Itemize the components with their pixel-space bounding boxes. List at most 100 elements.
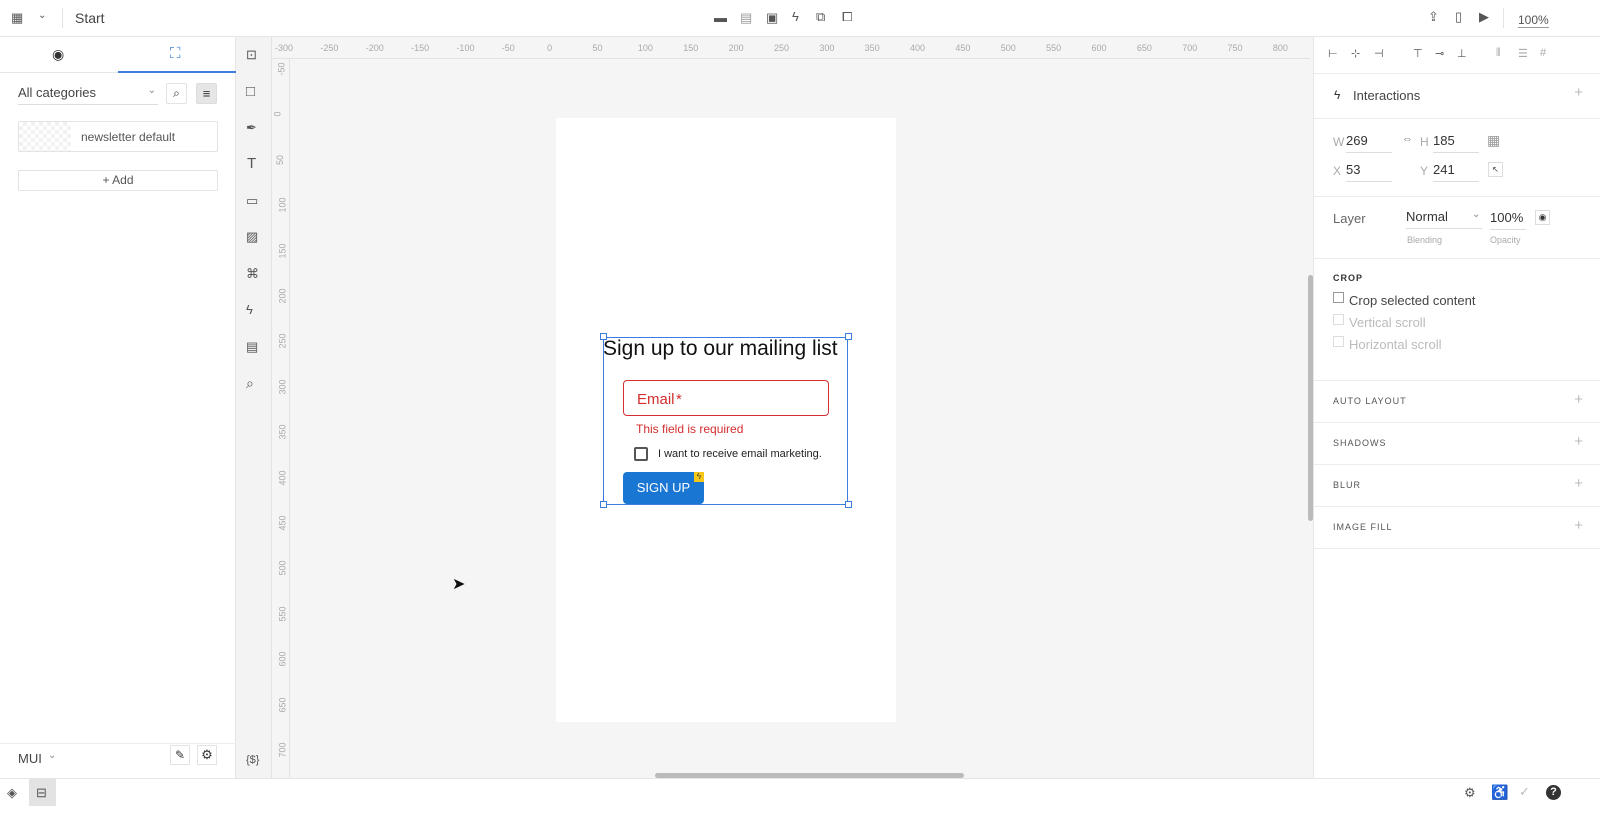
pencil-icon: ✎ bbox=[174, 748, 186, 762]
thumbnail bbox=[19, 122, 71, 151]
form-title: Sign up to our mailing list bbox=[603, 337, 838, 360]
height-input[interactable]: 185 bbox=[1433, 133, 1479, 153]
chevron-down-icon: ⌄ bbox=[147, 85, 156, 96]
anchor-grid-icon[interactable]: ▦ bbox=[1487, 132, 1500, 149]
email-field[interactable]: Email * bbox=[623, 380, 829, 416]
settings-button[interactable]: ⚙ bbox=[197, 745, 217, 765]
search-button[interactable]: ⌕ bbox=[166, 83, 187, 104]
category-select[interactable]: All categories ⌄ bbox=[18, 85, 158, 105]
ruler-tick-label: 400 bbox=[910, 43, 926, 53]
image-fill-section[interactable]: IMAGE FILL + bbox=[1314, 507, 1600, 549]
bring-front-icon[interactable]: ⧉ bbox=[816, 9, 825, 25]
interactions-section[interactable]: ϟ Interactions + bbox=[1314, 74, 1600, 119]
folder-pattern-icon[interactable]: ▤ bbox=[740, 10, 752, 26]
vscroll-checkbox[interactable] bbox=[1333, 314, 1344, 325]
sign-up-button[interactable]: SIGN UP bbox=[623, 472, 704, 504]
vertical-ruler: -50 0 50 100 150 200 250 300 350 400 450 500 550 600 6… bbox=[272, 59, 290, 778]
horizontal-ruler: -300 -250 -200 -150 -100 -50 0 50 100 150 200 250 30… bbox=[272, 37, 1310, 59]
tab-components[interactable]: ◉ bbox=[0, 37, 118, 73]
text-box-icon[interactable]: ⊡ bbox=[246, 47, 257, 63]
shadows-section[interactable]: SHADOWS + bbox=[1314, 423, 1600, 465]
variables-button[interactable]: {$} bbox=[246, 754, 259, 766]
ruler-tick-label: 450 bbox=[955, 43, 971, 53]
send-back-icon[interactable]: ⧠ bbox=[842, 9, 852, 25]
library-select[interactable]: MUI bbox=[18, 751, 42, 766]
resize-handle[interactable] bbox=[600, 501, 607, 508]
pin-icon[interactable]: ↖ bbox=[1488, 162, 1503, 177]
image-icon[interactable]: ▨ bbox=[246, 229, 258, 245]
play-icon[interactable]: ▶ bbox=[1479, 9, 1489, 25]
lightning-icon[interactable]: ϟ bbox=[792, 9, 799, 24]
hscroll-checkbox[interactable] bbox=[1333, 336, 1344, 347]
zoom-level[interactable]: 100% bbox=[1518, 13, 1549, 28]
tab-assets[interactable]: ⛶ bbox=[118, 37, 236, 73]
plus-icon[interactable]: + bbox=[1574, 391, 1583, 408]
accessibility-icon[interactable]: ♿ bbox=[1491, 784, 1508, 801]
widgets-icon[interactable]: ⌘ bbox=[246, 266, 259, 282]
plus-icon[interactable]: + bbox=[1574, 475, 1583, 492]
auto-layout-section[interactable]: AUTO LAYOUT + bbox=[1314, 381, 1600, 423]
pen-icon[interactable]: ✒ bbox=[246, 120, 257, 136]
align-right-icon[interactable]: ⊣ bbox=[1374, 47, 1384, 60]
image-frame-icon[interactable]: ▣ bbox=[766, 10, 778, 26]
y-input[interactable]: 241 bbox=[1433, 162, 1479, 182]
frame-icon: ⛶ bbox=[170, 45, 181, 62]
list-item[interactable]: newsletter default bbox=[18, 121, 218, 152]
distribute-h-icon[interactable]: ⫴ bbox=[1496, 47, 1501, 60]
input-icon[interactable]: ▭ bbox=[246, 193, 258, 209]
device-icon[interactable]: ▯ bbox=[1455, 9, 1462, 25]
ruler-tick-label: 650 bbox=[1136, 43, 1152, 53]
crop-checkbox[interactable] bbox=[1333, 292, 1344, 303]
resize-handle[interactable] bbox=[845, 333, 852, 340]
resize-handle[interactable] bbox=[845, 501, 852, 508]
layers-icon[interactable]: ◈ bbox=[7, 785, 17, 801]
divider bbox=[1503, 8, 1504, 28]
required-mark: * bbox=[676, 391, 682, 408]
blur-section[interactable]: BLUR + bbox=[1314, 465, 1600, 507]
distribute-v-icon[interactable]: ☰ bbox=[1518, 47, 1528, 60]
export-icon[interactable]: ⇪ bbox=[1428, 9, 1439, 25]
chevron-down-icon[interactable]: ⌄ bbox=[38, 10, 46, 21]
add-button[interactable]: + Add bbox=[18, 170, 218, 191]
align-top-icon[interactable]: ⊤ bbox=[1413, 47, 1423, 60]
grid-icon[interactable]: # bbox=[1540, 47, 1546, 59]
divider bbox=[0, 743, 236, 744]
chevron-down-icon[interactable]: ⌄ bbox=[48, 750, 56, 761]
width-input[interactable]: 269 bbox=[1346, 133, 1392, 153]
mouse-cursor-icon: ➤ bbox=[452, 576, 466, 593]
blending-label: Blending bbox=[1407, 235, 1443, 245]
shadows-heading: SHADOWS bbox=[1333, 438, 1387, 448]
link-icon[interactable]: ⇔ bbox=[1402, 133, 1413, 145]
align-left-icon[interactable]: ⊢ bbox=[1328, 47, 1338, 60]
ruler-tick-label: 250 bbox=[773, 43, 789, 53]
check-icon[interactable]: ✓ bbox=[1519, 784, 1530, 800]
canvas-settings-icon[interactable]: ⚙ bbox=[1464, 785, 1476, 801]
ruler-tick-label: 800 bbox=[1272, 43, 1288, 53]
grid-menu-icon[interactable]: ▦ bbox=[11, 10, 23, 26]
align-bottom-icon[interactable]: ⊥ bbox=[1457, 47, 1467, 60]
edit-button[interactable]: ✎ bbox=[170, 745, 190, 765]
plus-icon[interactable]: + bbox=[1574, 433, 1583, 450]
opacity-input[interactable]: 100% bbox=[1490, 210, 1526, 230]
auto-layout-heading: AUTO LAYOUT bbox=[1333, 396, 1407, 406]
align-center-icon[interactable]: ⊹ bbox=[1351, 47, 1360, 60]
blending-select[interactable]: Normal bbox=[1406, 209, 1482, 229]
plus-icon[interactable]: + bbox=[1574, 517, 1583, 534]
add-interaction-icon[interactable]: + bbox=[1574, 84, 1583, 101]
marketing-checkbox[interactable] bbox=[634, 447, 648, 461]
folder-icon[interactable]: ▬ bbox=[714, 10, 727, 25]
x-input[interactable]: 53 bbox=[1346, 162, 1392, 182]
comment-icon[interactable]: ▤ bbox=[246, 339, 258, 355]
rectangle-icon[interactable]: □ bbox=[246, 83, 255, 100]
help-icon[interactable]: ? bbox=[1546, 785, 1561, 800]
ruler-tick-label: 50 bbox=[275, 154, 286, 165]
interaction-icon[interactable]: ϟ bbox=[246, 302, 253, 317]
eye-icon[interactable]: ◉ bbox=[1535, 210, 1550, 225]
page-title[interactable]: Start bbox=[75, 10, 105, 26]
search-icon[interactable]: ⌕ bbox=[246, 375, 254, 392]
assets-toggle[interactable]: ⊟ bbox=[29, 779, 56, 806]
ruler-tick-label: -300 bbox=[275, 43, 294, 53]
list-view-button[interactable]: ≡ bbox=[196, 83, 217, 104]
text-icon[interactable]: T bbox=[247, 155, 256, 172]
align-middle-icon[interactable]: ⊸ bbox=[1435, 47, 1444, 60]
